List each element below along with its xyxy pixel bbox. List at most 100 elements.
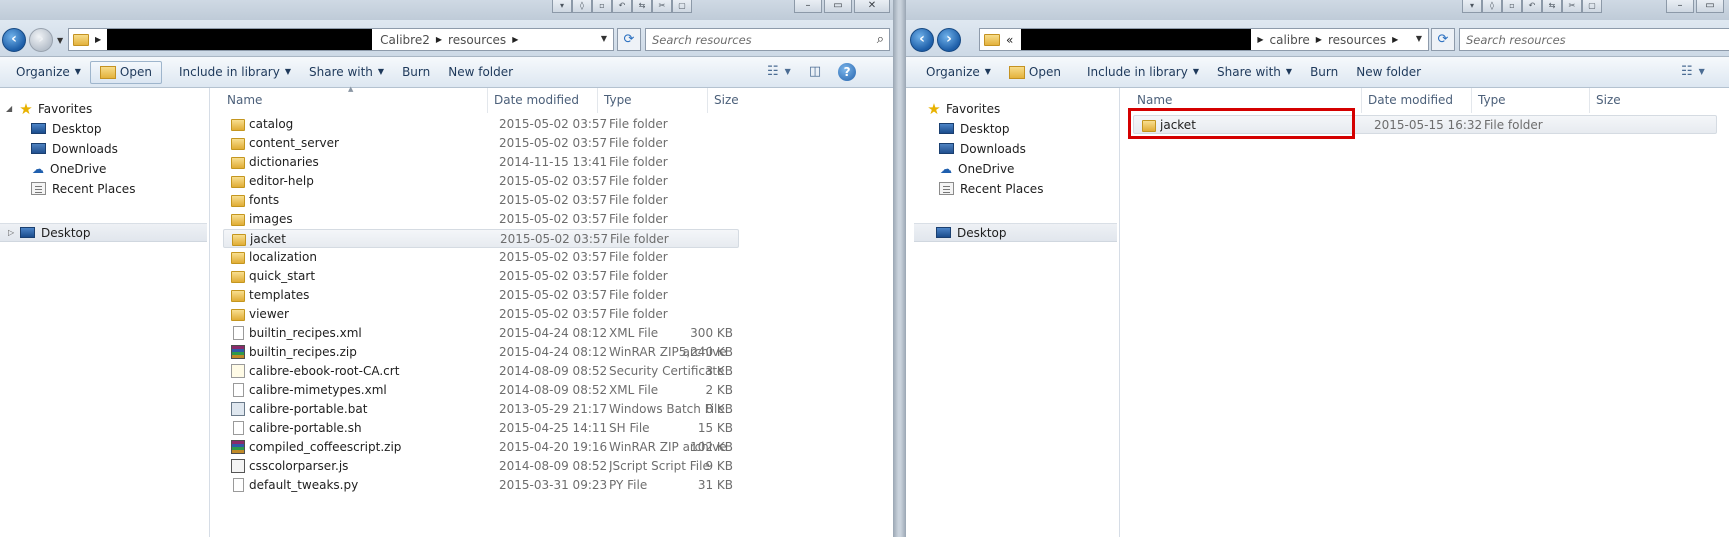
chevron-down-icon[interactable]: ▼ <box>601 34 607 43</box>
close-icon[interactable]: ✕ <box>854 0 890 13</box>
tree-item-recent-places[interactable]: Recent Places <box>906 179 1119 198</box>
forward-button[interactable]: › <box>937 28 961 52</box>
back-button[interactable]: ‹ <box>2 28 26 52</box>
file-row[interactable]: jacket 2015-05-02 03:57 File folder <box>223 229 739 248</box>
title-bar[interactable]: ▾ ◊ ▫ ↶ ⇆ ✂ ▢ – ▭ <box>906 0 1729 20</box>
breadcrumb-separator-icon[interactable]: ▶ <box>95 35 101 44</box>
tool-button[interactable]: ⇆ <box>1542 0 1562 13</box>
breadcrumb-separator-icon[interactable]: ▶ <box>1316 35 1322 44</box>
change-view-icon[interactable]: ☷ <box>764 61 782 83</box>
tool-button[interactable]: ✂ <box>652 0 672 13</box>
chevron-down-icon[interactable]: ▼ <box>1416 34 1422 43</box>
column-header-type[interactable]: Type <box>1471 88 1589 113</box>
breadcrumb-item[interactable]: calibre <box>1270 33 1310 47</box>
tool-button[interactable]: ◊ <box>1482 0 1502 13</box>
file-row[interactable]: images 2015-05-02 03:57 File folder <box>223 210 739 229</box>
breadcrumb-separator-icon[interactable]: ▶ <box>1392 35 1398 44</box>
change-view-icon[interactable]: ☷ <box>1678 61 1696 83</box>
file-row[interactable]: csscolorparser.js 2014-08-09 08:52 JScript… <box>223 457 739 476</box>
tree-item-downloads[interactable]: Downloads <box>906 139 1119 158</box>
refresh-button[interactable]: ⟳ <box>1431 28 1455 51</box>
tool-button[interactable]: ✂ <box>1562 0 1582 13</box>
share-with-button[interactable]: Share with ▼ <box>300 61 393 84</box>
open-button[interactable]: Open <box>89 60 162 84</box>
search-input[interactable] <box>646 29 889 50</box>
tree-item-onedrive[interactable]: ☁ OneDrive <box>0 159 209 178</box>
tree-item-desktop-root[interactable]: ▷ Desktop <box>0 223 207 242</box>
tool-button[interactable]: ◊ <box>572 0 592 13</box>
file-row[interactable]: quick_start 2015-05-02 03:57 File folder <box>223 267 739 286</box>
file-row[interactable]: calibre-ebook-root-CA.crt 2014-08-09 08:5… <box>223 362 739 381</box>
file-row[interactable]: calibre-mimetypes.xml 2014-08-09 08:52 XML… <box>223 381 739 400</box>
breadcrumb-separator-icon[interactable]: ▶ <box>1257 35 1263 44</box>
file-row[interactable]: builtin_recipes.xml 2015-04-24 08:12 XML F… <box>223 324 739 343</box>
tree-item-desktop[interactable]: Desktop <box>0 119 209 138</box>
tree-item-onedrive[interactable]: ☁ OneDrive <box>906 159 1119 178</box>
include-in-library-button[interactable]: Include in library ▼ <box>1078 61 1208 84</box>
tool-button[interactable]: ⇆ <box>632 0 652 13</box>
file-row[interactable]: calibre-portable.bat 2013-05-29 21:17 Wind… <box>223 400 739 419</box>
tree-item-favorites[interactable]: ★ Favorites <box>906 99 1119 118</box>
breadcrumb-separator-icon[interactable]: ▶ <box>512 35 518 44</box>
tool-button[interactable]: ↶ <box>612 0 632 13</box>
file-row[interactable]: viewer 2015-05-02 03:57 File folder <box>223 305 739 324</box>
file-row[interactable]: catalog 2015-05-02 03:57 File folder <box>223 115 739 134</box>
expand-icon[interactable]: ▷ <box>8 228 16 237</box>
tool-button[interactable]: ▾ <box>552 0 572 13</box>
address-bar[interactable]: ▶ Calibre2 ▶ resources ▶ ▼ <box>68 28 614 51</box>
new-folder-button[interactable]: New folder <box>439 61 522 84</box>
file-row[interactable]: templates 2015-05-02 03:57 File folder <box>223 286 739 305</box>
include-in-library-button[interactable]: Include in library ▼ <box>170 61 300 84</box>
open-button[interactable]: Open <box>1000 61 1070 84</box>
file-row[interactable]: builtin_recipes.zip 2015-04-24 08:12 WinRA… <box>223 343 739 362</box>
title-bar[interactable]: ▾ ◊ ▫ ↶ ⇆ ✂ ▢ – ▭ ✕ <box>0 0 893 20</box>
tool-button[interactable]: ↶ <box>1522 0 1542 13</box>
breadcrumb-item[interactable]: Calibre2 <box>380 33 430 47</box>
column-header-date[interactable]: Date modified <box>1361 88 1471 113</box>
file-row[interactable]: calibre-portable.sh 2015-04-25 14:11 SH Fi… <box>223 419 739 438</box>
help-icon[interactable]: ? <box>838 63 857 81</box>
minimize-icon[interactable]: – <box>794 0 822 13</box>
search-icon[interactable]: ⌕ <box>877 32 884 47</box>
share-with-button[interactable]: Share with ▼ <box>1208 61 1301 84</box>
tree-item-downloads[interactable]: Downloads <box>0 139 209 158</box>
chevron-down-icon[interactable]: ▼ <box>782 61 794 83</box>
organize-button[interactable]: Organize ▼ <box>7 61 90 84</box>
forward-button[interactable]: › <box>29 28 53 52</box>
search-input[interactable] <box>1460 29 1729 50</box>
burn-button[interactable]: Burn <box>1301 61 1347 84</box>
tool-button[interactable]: ▾ <box>1462 0 1482 13</box>
tool-button[interactable]: ▫ <box>1502 0 1522 13</box>
preview-pane-icon[interactable]: ◫ <box>806 61 824 83</box>
file-row[interactable]: compiled_coffeescript.zip 2015-04-20 19:1… <box>223 438 739 457</box>
breadcrumb-item[interactable]: resources <box>448 33 506 47</box>
column-header-type[interactable]: Type <box>597 88 707 113</box>
maximize-icon[interactable]: ▭ <box>1696 0 1724 13</box>
file-row[interactable]: content_server 2015-05-02 03:57 File folde… <box>223 134 739 153</box>
tree-item-recent-places[interactable]: Recent Places <box>0 179 209 198</box>
column-header-date[interactable]: Date modified <box>487 88 597 113</box>
file-row[interactable]: dictionaries 2014-11-15 13:41 File folder <box>223 153 739 172</box>
column-header-name[interactable]: Name <box>221 88 487 113</box>
breadcrumb-item[interactable]: resources <box>1328 33 1386 47</box>
column-header-size[interactable]: Size <box>707 88 797 113</box>
tree-item-desktop[interactable]: Desktop <box>906 119 1119 138</box>
file-row[interactable]: default_tweaks.py 2015-03-31 09:23 PY File… <box>223 476 739 495</box>
tool-button[interactable]: ▫ <box>592 0 612 13</box>
column-header-size[interactable]: Size <box>1589 88 1649 113</box>
burn-button[interactable]: Burn <box>393 61 439 84</box>
back-button[interactable]: ‹ <box>910 28 934 52</box>
file-row[interactable]: localization 2015-05-02 03:57 File folder <box>223 248 739 267</box>
refresh-button[interactable]: ⟳ <box>617 28 641 51</box>
collapse-icon[interactable]: ◢ <box>6 104 14 113</box>
breadcrumb-overflow[interactable]: « <box>1006 33 1013 47</box>
history-dropdown-icon[interactable]: ▼ <box>57 36 63 45</box>
chevron-down-icon[interactable]: ▼ <box>1696 61 1708 83</box>
tool-button[interactable]: ▢ <box>1582 0 1602 13</box>
breadcrumb-separator-icon[interactable]: ▶ <box>436 35 442 44</box>
tool-button[interactable]: ▢ <box>672 0 692 13</box>
file-row[interactable]: editor-help 2015-05-02 03:57 File folder <box>223 172 739 191</box>
organize-button[interactable]: Organize ▼ <box>917 61 1000 84</box>
tree-item-desktop-root[interactable]: Desktop <box>914 223 1117 242</box>
tree-item-favorites[interactable]: ◢ ★ Favorites <box>0 99 209 118</box>
